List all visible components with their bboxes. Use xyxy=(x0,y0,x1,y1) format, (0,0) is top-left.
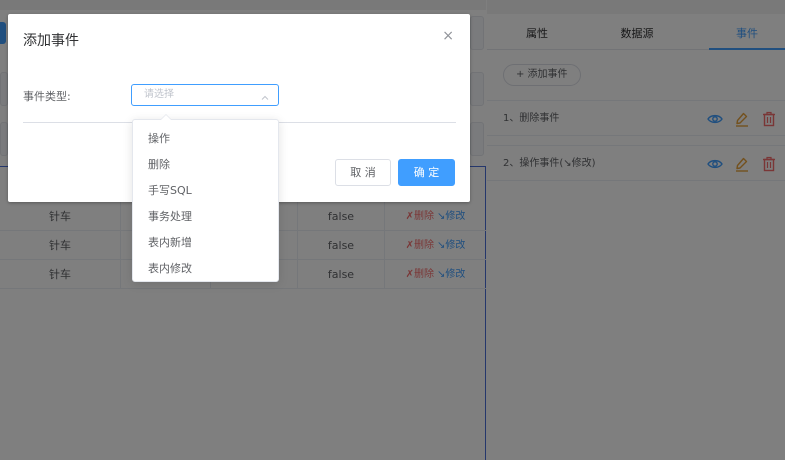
dropdown-caret xyxy=(160,114,172,120)
dropdown-option[interactable]: 表内新增 xyxy=(133,230,278,256)
cancel-button[interactable]: 取 消 xyxy=(335,159,391,186)
dropdown-option[interactable]: 操作 xyxy=(133,126,278,152)
dropdown-option[interactable]: 删除 xyxy=(133,152,278,178)
close-icon[interactable]: × xyxy=(442,28,454,44)
chevron-up-icon xyxy=(261,91,269,100)
dropdown-option[interactable]: 手写SQL xyxy=(133,178,278,204)
dropdown-option[interactable]: 表内修改 xyxy=(133,256,278,282)
event-type-label: 事件类型: xyxy=(23,90,71,103)
confirm-button[interactable]: 确 定 xyxy=(398,159,455,186)
event-type-select[interactable]: 请选择 xyxy=(131,84,279,106)
event-type-dropdown: 操作 删除 手写SQL 事务处理 表内新增 表内修改 xyxy=(132,114,279,282)
select-placeholder: 请选择 xyxy=(144,89,174,100)
dialog-title: 添加事件 xyxy=(23,33,79,49)
dropdown-option[interactable]: 事务处理 xyxy=(133,204,278,230)
